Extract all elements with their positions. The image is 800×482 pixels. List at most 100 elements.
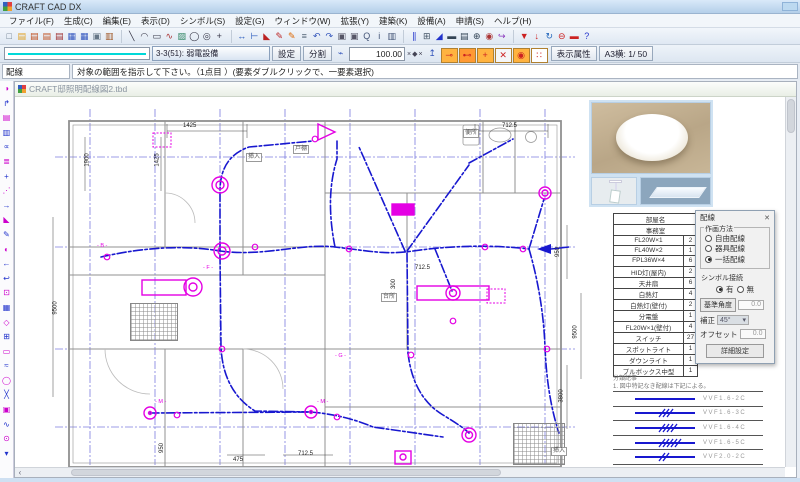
pen-icon[interactable]: ✎ bbox=[286, 29, 299, 43]
menu-item[interactable]: 申請(S) bbox=[451, 15, 489, 27]
parts-list-icon[interactable]: ▤ bbox=[458, 29, 471, 43]
hatch-tool-icon[interactable]: ▨ bbox=[176, 29, 189, 43]
zoom-icon[interactable]: Q bbox=[361, 29, 374, 43]
ellipse-tool-icon[interactable]: ◎ bbox=[201, 29, 214, 43]
table-row[interactable]: 白熱灯(壁付)2 bbox=[614, 299, 698, 310]
print-icon[interactable]: ▣ bbox=[91, 29, 104, 43]
radio-icon[interactable] bbox=[705, 245, 712, 252]
pause-icon[interactable]: ∥ bbox=[408, 29, 421, 43]
table-row[interactable]: 白熱灯4 bbox=[614, 288, 698, 299]
list-a-icon[interactable]: ▤ bbox=[3, 111, 11, 126]
folder-import-icon[interactable]: ▤ bbox=[28, 29, 41, 43]
vertical-scroll-thumb[interactable] bbox=[787, 99, 795, 133]
pin-button[interactable]: ↥ bbox=[426, 48, 439, 59]
help-icon[interactable]: ? bbox=[581, 29, 594, 43]
menu-item[interactable]: 表示(D) bbox=[136, 15, 175, 27]
grid-window-icon[interactable]: ⊞ bbox=[421, 29, 434, 43]
spotlight-image[interactable] bbox=[591, 177, 637, 205]
user-icon[interactable]: ◉ bbox=[483, 29, 496, 43]
ceiling-light-image[interactable] bbox=[591, 102, 711, 174]
dim-pair-icon[interactable]: ∝ bbox=[4, 140, 10, 155]
center-mark-icon[interactable]: ⊕ bbox=[471, 29, 484, 43]
layers-icon[interactable]: ≡ bbox=[298, 29, 311, 43]
cross-icon[interactable]: ╳ bbox=[4, 388, 9, 403]
menu-item[interactable]: 設定(G) bbox=[230, 15, 269, 27]
folder-export-icon[interactable]: ▤ bbox=[41, 29, 54, 43]
measure-icon[interactable]: ◣ bbox=[261, 29, 274, 43]
menu-item[interactable]: 拡張(Y) bbox=[336, 15, 374, 27]
dots-diagonal-icon[interactable]: ⋰ bbox=[3, 184, 11, 199]
grid-icon[interactable]: ▦ bbox=[3, 301, 11, 316]
line-style-preview[interactable] bbox=[4, 47, 150, 60]
scale-input[interactable] bbox=[349, 47, 405, 61]
open-folder-icon[interactable]: ▤ bbox=[16, 29, 29, 43]
horizontal-scrollbar[interactable]: ‹ bbox=[15, 467, 785, 477]
crosshair-tool-icon[interactable]: + bbox=[213, 29, 226, 43]
split-button[interactable]: 分割 bbox=[303, 46, 332, 61]
radio-icon[interactable] bbox=[705, 235, 712, 242]
scale-ruler-icon[interactable]: ▬ bbox=[446, 29, 459, 43]
table-row[interactable]: スイッチ27 bbox=[614, 332, 698, 343]
drawing-canvas[interactable]: 部屋名事務室FL20W×12FL40W×21FPL36W×46HID灯(屋内)2… bbox=[15, 97, 785, 467]
correction-select[interactable]: 45° ▾ bbox=[717, 315, 749, 325]
settings-button[interactable]: 設定 bbox=[272, 46, 301, 61]
notes-icon[interactable]: ▥ bbox=[386, 29, 399, 43]
fluorescent-image[interactable] bbox=[640, 177, 711, 205]
circle-icon[interactable]: ◯ bbox=[2, 374, 11, 389]
wire-style-circle-button[interactable]: ◉ bbox=[513, 48, 530, 63]
menu-item[interactable]: ファイル(F) bbox=[4, 15, 59, 27]
window-controls[interactable] bbox=[782, 2, 798, 11]
detail-settings-button[interactable]: 詳細設定 bbox=[706, 344, 764, 358]
radio-option-自由配線[interactable]: 自由配線 bbox=[705, 233, 765, 244]
menu-item[interactable]: 生成(C) bbox=[59, 15, 98, 27]
half-circle-icon[interactable]: ◑ bbox=[4, 82, 9, 97]
new-file-icon[interactable]: □ bbox=[3, 29, 16, 43]
rows-icon[interactable]: ≣ bbox=[3, 155, 10, 170]
menu-item[interactable]: ヘルプ(H) bbox=[489, 15, 536, 27]
layer-combo[interactable]: 3-3(51): 弱電設備 bbox=[152, 46, 270, 61]
menu-item[interactable]: 建築(K) bbox=[374, 15, 412, 27]
corner-icon[interactable]: ◢ bbox=[433, 29, 446, 43]
offset-input[interactable]: 0.0 bbox=[740, 329, 766, 339]
table-row[interactable]: 分電盤1 bbox=[614, 310, 698, 321]
dim-baseline-icon[interactable]: ⊢ bbox=[248, 29, 261, 43]
plot-icon[interactable]: ▥ bbox=[103, 29, 116, 43]
probe-icon[interactable]: i bbox=[373, 29, 386, 43]
wire-style-dots-button[interactable]: ∷ bbox=[531, 48, 548, 63]
list-b-icon[interactable]: ▥ bbox=[3, 126, 11, 141]
radio-option-器具配線[interactable]: 器具配線 bbox=[705, 244, 765, 255]
radio-icon[interactable] bbox=[705, 256, 712, 263]
save-as-icon[interactable]: ▦ bbox=[78, 29, 91, 43]
wiring[interactable] bbox=[101, 139, 559, 437]
arrow-right-icon[interactable]: → bbox=[3, 199, 11, 214]
arc-tool-icon[interactable]: ◠ bbox=[138, 29, 151, 43]
arrow-left-icon[interactable]: ← bbox=[3, 257, 11, 272]
stamp-lock-icon[interactable]: ⊖ bbox=[556, 29, 569, 43]
rotation-icon[interactable]: ⌁ bbox=[334, 48, 347, 59]
diamond-icon[interactable]: ◇ bbox=[3, 316, 9, 331]
paste-format-icon[interactable]: ▣ bbox=[348, 29, 361, 43]
horizontal-scroll-thumb[interactable] bbox=[71, 469, 501, 476]
stamp-sync-icon[interactable]: ↻ bbox=[543, 29, 556, 43]
undo-icon[interactable]: ↶ bbox=[311, 29, 324, 43]
wire-style-1-button[interactable]: ⊸ bbox=[441, 48, 458, 63]
table-row[interactable]: FL20W×12 bbox=[614, 236, 698, 246]
spline-tool-icon[interactable]: ∿ bbox=[163, 29, 176, 43]
wire-style-cross-button[interactable]: + bbox=[477, 48, 494, 63]
half-circle2-icon[interactable]: ◐ bbox=[4, 243, 9, 258]
menu-item[interactable]: 設備(A) bbox=[412, 15, 450, 27]
vertical-scrollbar[interactable] bbox=[785, 97, 796, 467]
table-row[interactable]: FL20W×1(壁付)4 bbox=[614, 321, 698, 332]
folder-delete-icon[interactable]: ▤ bbox=[53, 29, 66, 43]
brush-icon[interactable]: ✎ bbox=[273, 29, 286, 43]
spline-icon[interactable]: ∿ bbox=[3, 418, 10, 433]
display-attr-button[interactable]: 表示属性 bbox=[551, 46, 597, 61]
base-angle-input[interactable]: 0.0 bbox=[738, 300, 764, 310]
dim-linear-icon[interactable]: ↔ bbox=[236, 29, 249, 43]
table-row[interactable]: FPL36W×46 bbox=[614, 256, 698, 266]
stamp-box-icon[interactable]: ▬ bbox=[568, 29, 581, 43]
copy-format-icon[interactable]: ▣ bbox=[336, 29, 349, 43]
table-row[interactable]: 天井扇6 bbox=[614, 277, 698, 288]
plus-icon[interactable]: + bbox=[4, 170, 9, 185]
stamp-download-icon[interactable]: ↓ bbox=[531, 29, 544, 43]
